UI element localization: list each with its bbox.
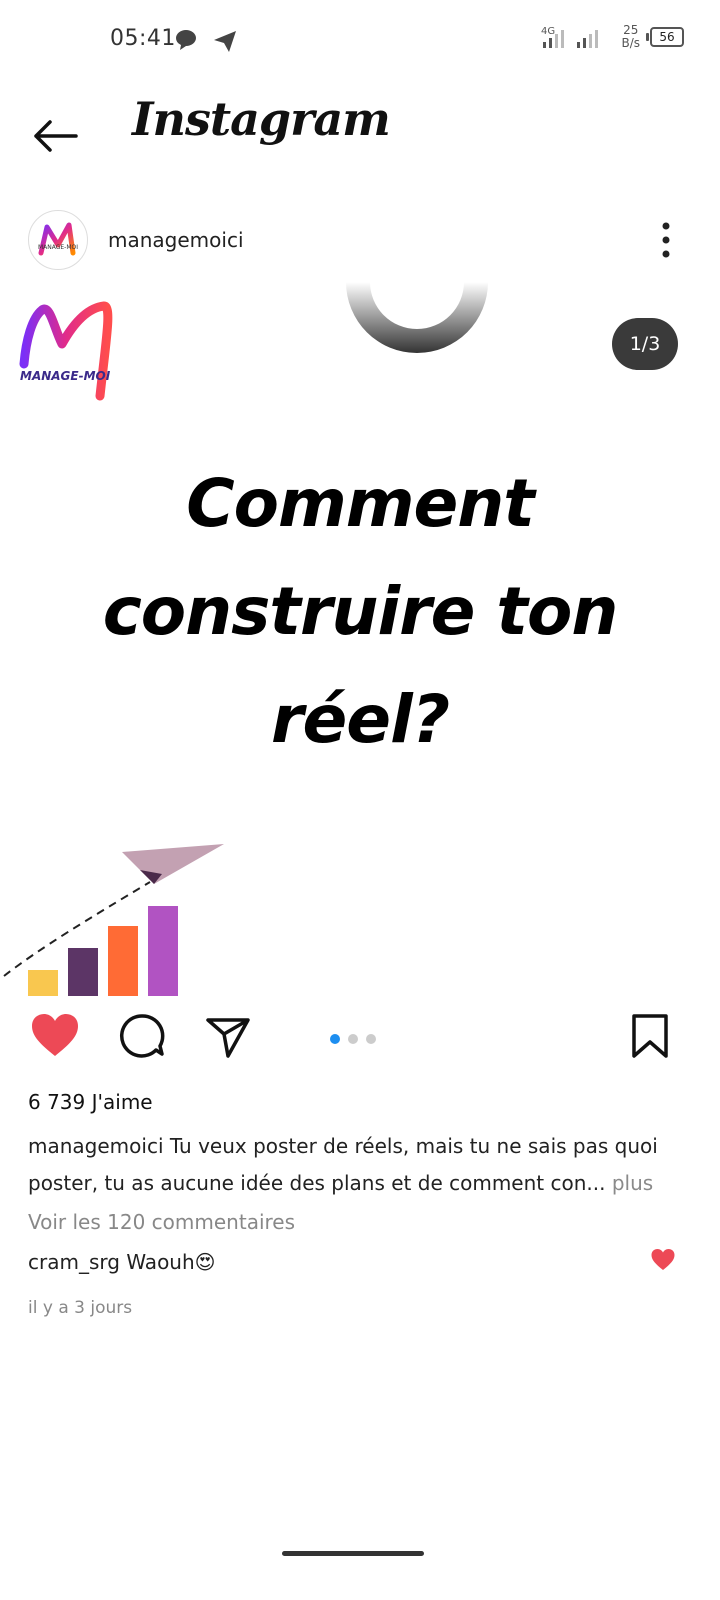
- status-notification-icons: [174, 28, 244, 58]
- save-button[interactable]: [630, 1012, 670, 1064]
- headline-line-1: Comment: [186, 465, 535, 542]
- logo-brand-text: MANAGE-MOI: [20, 369, 111, 383]
- battery-indicator: 56: [646, 27, 684, 47]
- chart-bar-1: [28, 970, 58, 996]
- post-actions: [0, 1012, 720, 1068]
- page-title: Instagram: [132, 92, 391, 146]
- growth-illustration: [3, 844, 224, 996]
- home-indicator[interactable]: [282, 1551, 424, 1556]
- status-right: 4G 25 B/s 56: [541, 24, 684, 50]
- arrow-left-icon: [34, 120, 78, 152]
- comment-username[interactable]: cram_srg: [28, 1250, 120, 1274]
- caption-username[interactable]: managemoici: [28, 1134, 164, 1158]
- manage-moi-brand-logo: MANAGE-MOI: [19, 301, 113, 401]
- net-speed-unit: B/s: [621, 36, 640, 50]
- paper-plane-icon: [122, 844, 224, 884]
- chart-bar-3: [108, 926, 138, 996]
- more-options-button[interactable]: [662, 222, 670, 258]
- status-time: 05:41: [110, 26, 176, 51]
- like-button[interactable]: [30, 1012, 80, 1064]
- post-media-carousel[interactable]: MANAGE-MOI 1/3 Comment construire ton ré…: [0, 282, 720, 998]
- slide-counter-badge: 1/3: [612, 318, 678, 370]
- chart-bar-2: [68, 948, 98, 996]
- manage-moi-logo-icon: MANAGE-MOI: [38, 222, 78, 256]
- comment-row: cram_srg Waouh😍: [28, 1250, 216, 1274]
- heart-filled-icon: [32, 1014, 78, 1056]
- avatar-brand-text: MANAGE-MOI: [38, 244, 78, 251]
- avatar[interactable]: MANAGE-MOI: [28, 210, 88, 270]
- signal-icon: 4G: [541, 26, 599, 48]
- back-button[interactable]: [30, 116, 80, 156]
- carousel-dot: [348, 1034, 358, 1044]
- comment-like-button[interactable]: [650, 1248, 676, 1272]
- network-type-label: 4G: [541, 26, 555, 37]
- share-button[interactable]: [204, 1012, 252, 1064]
- comment-button[interactable]: [118, 1012, 166, 1064]
- more-vertical-icon: [662, 222, 670, 258]
- send-icon: [206, 1018, 250, 1058]
- headline-line-2: construire ton: [102, 573, 619, 650]
- carousel-dot: [366, 1034, 376, 1044]
- loading-spinner-icon: [346, 282, 488, 353]
- post-headline: Comment construire ton réel?: [0, 450, 720, 774]
- carousel-dot-active: [330, 1034, 340, 1044]
- telegram-icon: [214, 31, 236, 52]
- bookmark-icon: [632, 1014, 668, 1058]
- post-username[interactable]: managemoici: [108, 228, 244, 252]
- comment-text: Waouh😍: [126, 1250, 216, 1274]
- post-timestamp: il y a 3 jours: [28, 1298, 133, 1318]
- likes-count[interactable]: 6 739 J'aime: [28, 1090, 153, 1114]
- chat-bubble-icon: [175, 30, 236, 52]
- post-caption: managemoici Tu veux poster de réels, mai…: [28, 1128, 688, 1202]
- comment-icon: [119, 1014, 165, 1058]
- net-speed: 25 B/s: [621, 24, 640, 50]
- carousel-indicator: [330, 1034, 376, 1044]
- headline-line-3: réel?: [271, 681, 450, 758]
- heart-filled-icon: [651, 1249, 675, 1270]
- view-comments-link[interactable]: Voir les 120 commentaires: [28, 1210, 295, 1234]
- caption-more-link[interactable]: plus: [612, 1171, 653, 1195]
- chart-bar-4: [148, 906, 178, 996]
